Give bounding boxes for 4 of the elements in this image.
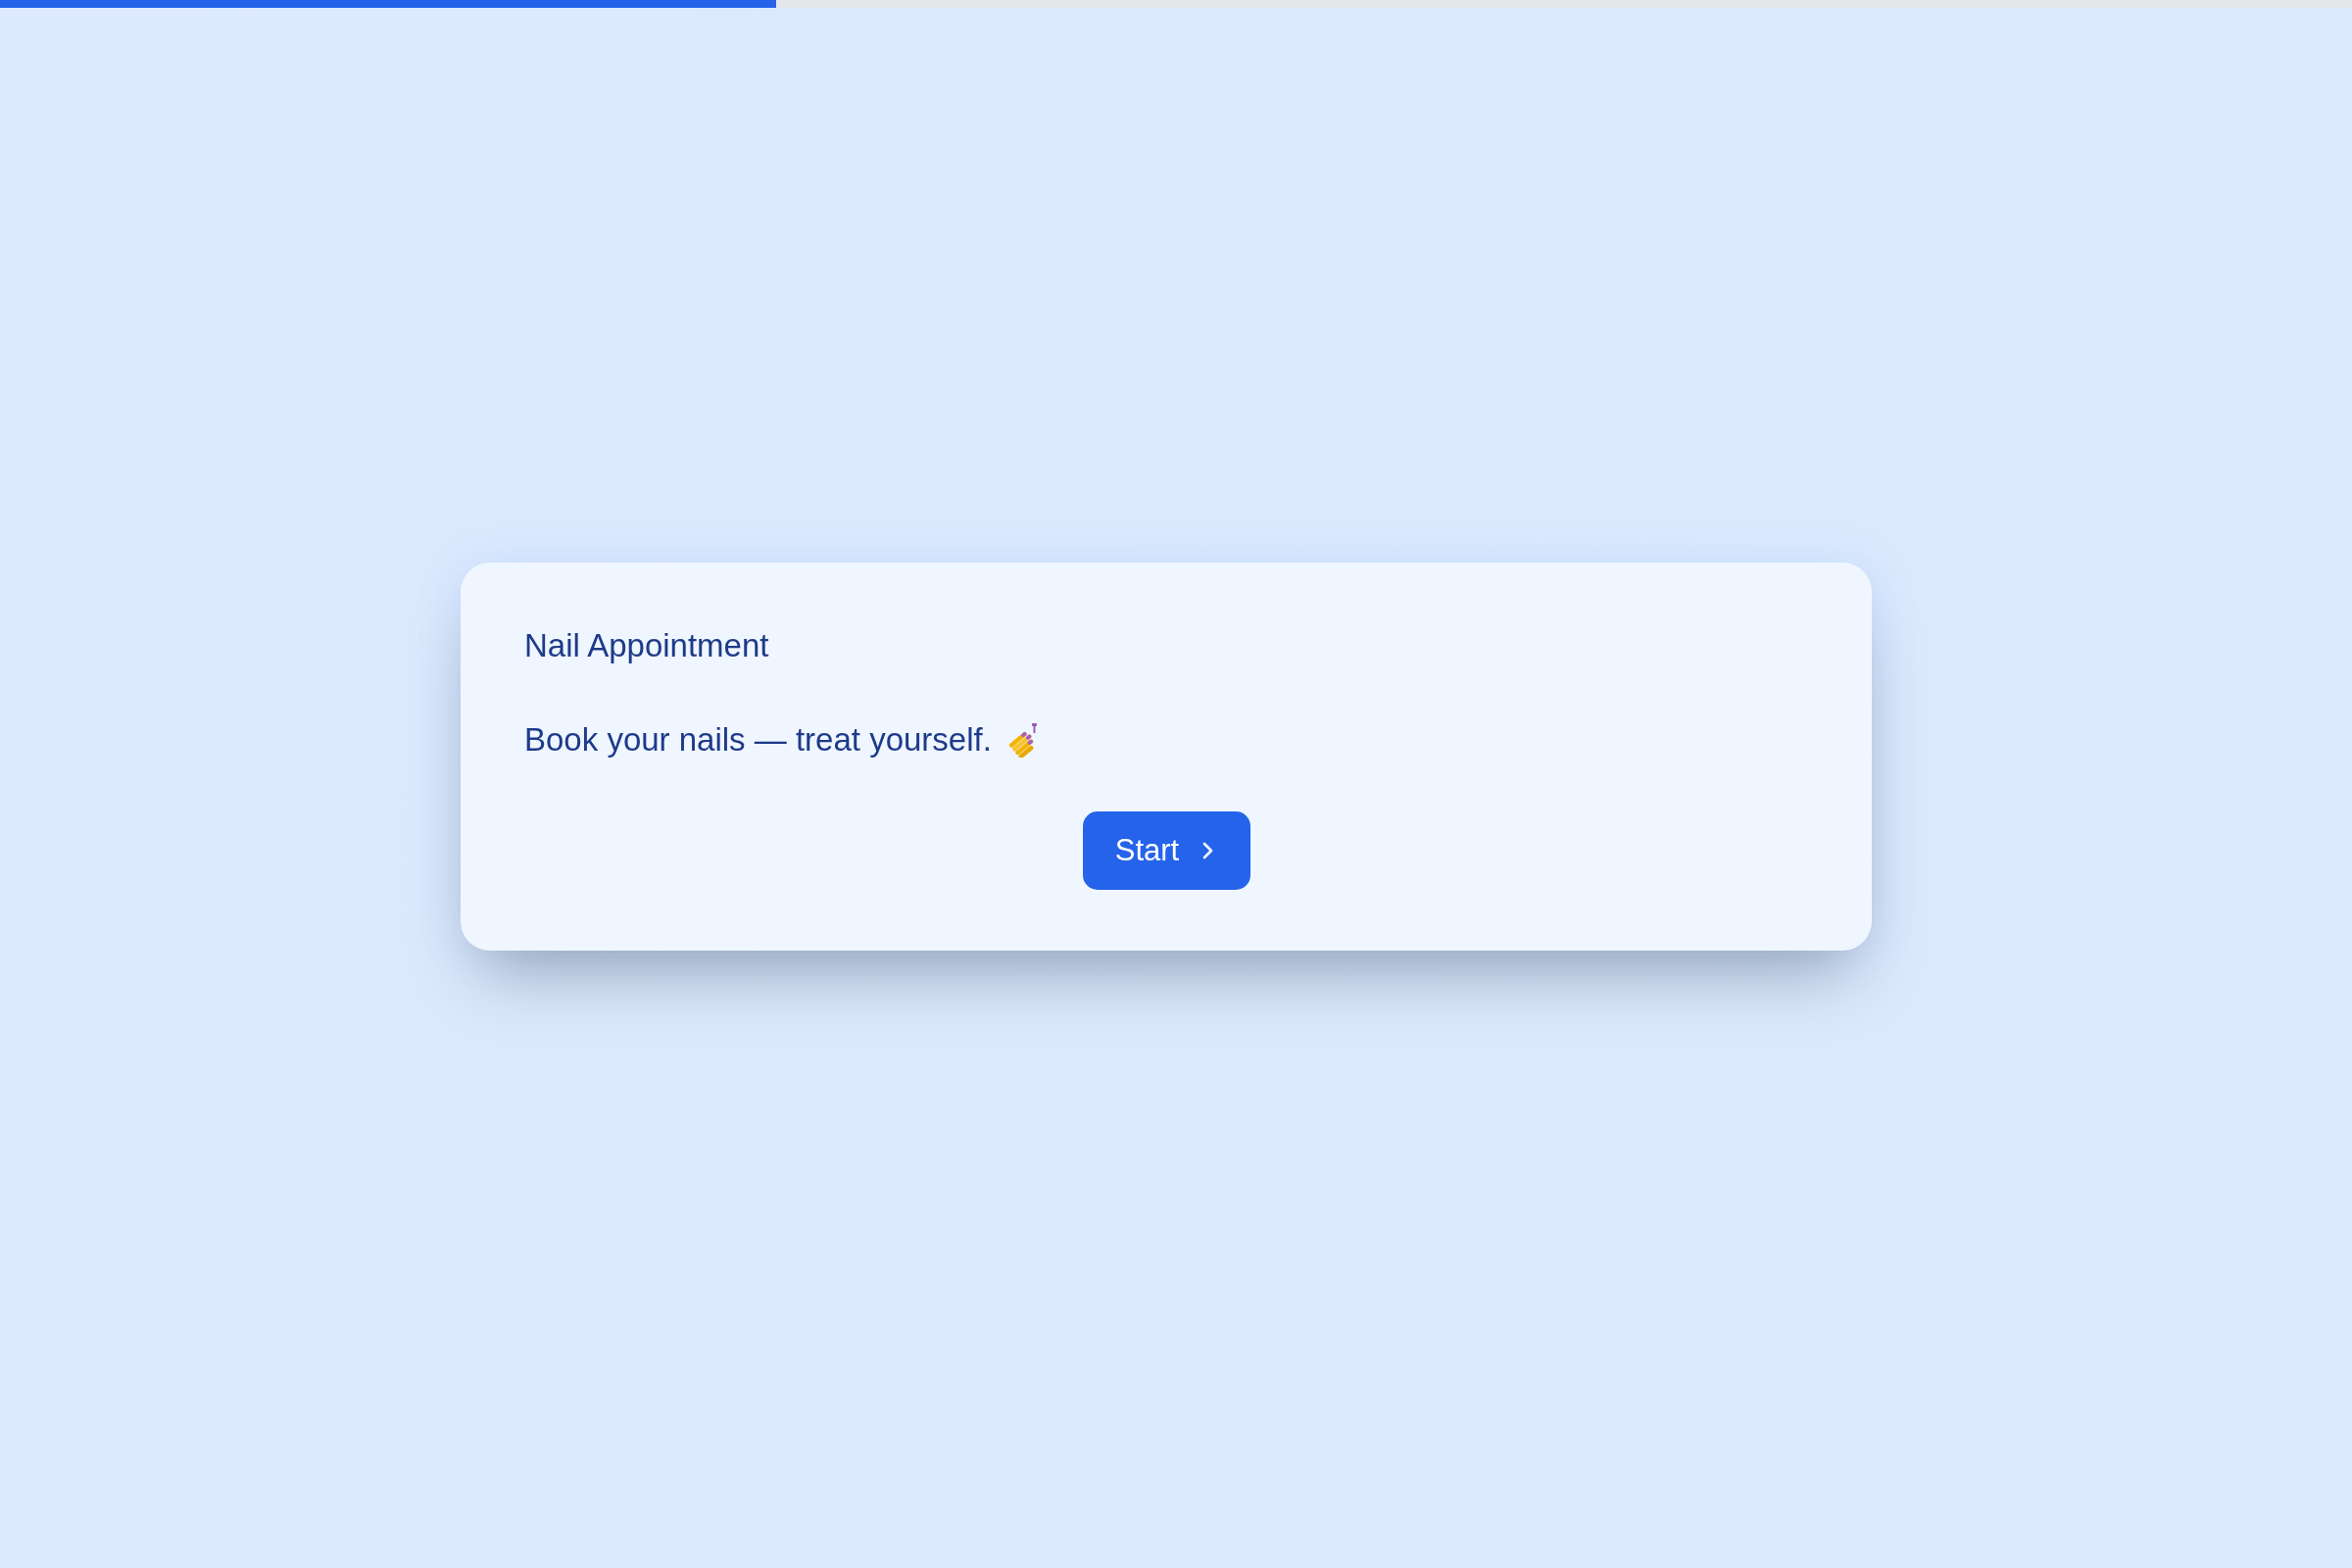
card-description: Book your nails — treat yourself. bbox=[524, 720, 992, 760]
card-title: Nail Appointment bbox=[524, 626, 769, 665]
chevron-right-icon bbox=[1202, 842, 1214, 859]
start-button[interactable]: Start bbox=[1082, 811, 1251, 890]
